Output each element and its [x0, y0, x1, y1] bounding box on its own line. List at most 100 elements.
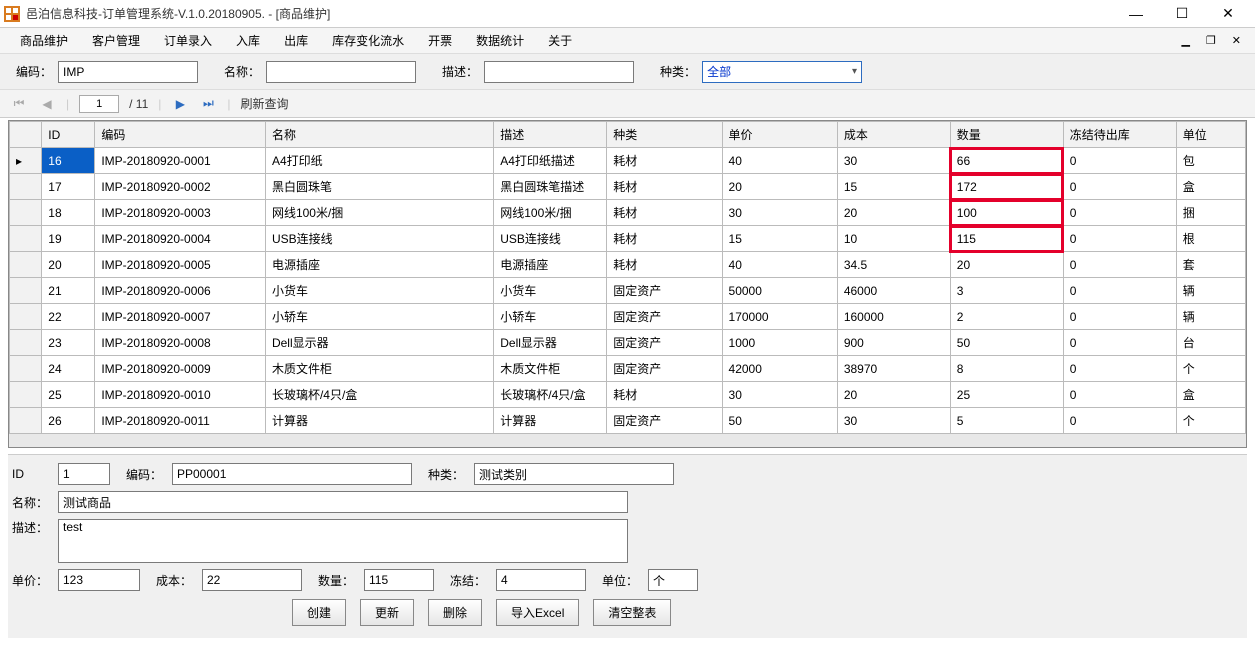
- cell-id[interactable]: 23: [42, 330, 95, 356]
- cell-id[interactable]: 17: [42, 174, 95, 200]
- filter-code-input[interactable]: [58, 61, 198, 83]
- cell-freeze[interactable]: 0: [1063, 330, 1176, 356]
- cell-cost[interactable]: 15: [837, 174, 950, 200]
- cell-qty[interactable]: 115: [950, 226, 1063, 252]
- detail-cat-input[interactable]: [474, 463, 674, 485]
- menu-order[interactable]: 订单录入: [152, 28, 224, 53]
- cell-name[interactable]: 计算器: [265, 408, 493, 434]
- cell-desc[interactable]: 长玻璃杯/4只/盒: [494, 382, 607, 408]
- cell-cat[interactable]: 固定资产: [607, 304, 722, 330]
- menu-about[interactable]: 关于: [536, 28, 584, 53]
- cell-unit[interactable]: 辆: [1176, 278, 1245, 304]
- cell-cost[interactable]: 38970: [837, 356, 950, 382]
- column-header[interactable]: 种类: [607, 122, 722, 148]
- nav-next-icon[interactable]: ▶: [171, 97, 189, 111]
- cell-qty[interactable]: 50: [950, 330, 1063, 356]
- delete-button[interactable]: 删除: [428, 599, 482, 626]
- cell-id[interactable]: 21: [42, 278, 95, 304]
- menu-stockflow[interactable]: 库存变化流水: [320, 28, 416, 53]
- cell-desc[interactable]: A4打印纸描述: [494, 148, 607, 174]
- cell-id[interactable]: 24: [42, 356, 95, 382]
- cell-code[interactable]: IMP-20180920-0002: [95, 174, 266, 200]
- cell-price[interactable]: 1000: [722, 330, 837, 356]
- cell-freeze[interactable]: 0: [1063, 226, 1176, 252]
- cell-unit[interactable]: 个: [1176, 356, 1245, 382]
- column-header[interactable]: 成本: [837, 122, 950, 148]
- menu-in[interactable]: 入库: [224, 28, 272, 53]
- detail-unit-input[interactable]: [648, 569, 698, 591]
- cell-unit[interactable]: 套: [1176, 252, 1245, 278]
- cell-desc[interactable]: 电源插座: [494, 252, 607, 278]
- table-row[interactable]: 22IMP-20180920-0007小轿车小轿车固定资产17000016000…: [10, 304, 1246, 330]
- cell-unit[interactable]: 捆: [1176, 200, 1245, 226]
- cell-freeze[interactable]: 0: [1063, 278, 1176, 304]
- table-row[interactable]: 17IMP-20180920-0002黑白圆珠笔黑白圆珠笔描述耗材2015172…: [10, 174, 1246, 200]
- cell-price[interactable]: 30: [722, 382, 837, 408]
- cell-name[interactable]: USB连接线: [265, 226, 493, 252]
- cell-price[interactable]: 40: [722, 252, 837, 278]
- cell-code[interactable]: IMP-20180920-0010: [95, 382, 266, 408]
- cell-price[interactable]: 30: [722, 200, 837, 226]
- cell-cat[interactable]: 耗材: [607, 382, 722, 408]
- import-excel-button[interactable]: 导入Excel: [496, 599, 579, 626]
- nav-refresh-button[interactable]: 刷新查询: [241, 95, 289, 112]
- table-row[interactable]: 21IMP-20180920-0006小货车小货车固定资产50000460003…: [10, 278, 1246, 304]
- cell-unit[interactable]: 根: [1176, 226, 1245, 252]
- nav-last-icon[interactable]: ⏭: [199, 96, 217, 111]
- cell-desc[interactable]: 木质文件柜: [494, 356, 607, 382]
- cell-name[interactable]: 小货车: [265, 278, 493, 304]
- cell-id[interactable]: 25: [42, 382, 95, 408]
- cell-name[interactable]: A4打印纸: [265, 148, 493, 174]
- cell-cat[interactable]: 固定资产: [607, 356, 722, 382]
- column-header[interactable]: 单位: [1176, 122, 1245, 148]
- cell-cat[interactable]: 固定资产: [607, 408, 722, 434]
- cell-id[interactable]: 26: [42, 408, 95, 434]
- cell-name[interactable]: 长玻璃杯/4只/盒: [265, 382, 493, 408]
- column-header[interactable]: 冻结待出库: [1063, 122, 1176, 148]
- detail-qty-input[interactable]: [364, 569, 434, 591]
- detail-price-input[interactable]: [58, 569, 140, 591]
- cell-code[interactable]: IMP-20180920-0008: [95, 330, 266, 356]
- cell-name[interactable]: 黑白圆珠笔: [265, 174, 493, 200]
- cell-freeze[interactable]: 0: [1063, 200, 1176, 226]
- column-header[interactable]: ID: [42, 122, 95, 148]
- detail-cost-input[interactable]: [202, 569, 302, 591]
- column-header[interactable]: 名称: [265, 122, 493, 148]
- cell-desc[interactable]: Dell显示器: [494, 330, 607, 356]
- close-button[interactable]: ✕: [1205, 0, 1251, 28]
- cell-price[interactable]: 170000: [722, 304, 837, 330]
- cell-code[interactable]: IMP-20180920-0011: [95, 408, 266, 434]
- table-row[interactable]: 19IMP-20180920-0004USB连接线USB连接线耗材1510115…: [10, 226, 1246, 252]
- cell-qty[interactable]: 5: [950, 408, 1063, 434]
- cell-cost[interactable]: 160000: [837, 304, 950, 330]
- cell-freeze[interactable]: 0: [1063, 382, 1176, 408]
- cell-name[interactable]: 网线100米/捆: [265, 200, 493, 226]
- cell-cost[interactable]: 20: [837, 200, 950, 226]
- cell-cat[interactable]: 耗材: [607, 200, 722, 226]
- cell-id[interactable]: 16: [42, 148, 95, 174]
- cell-qty[interactable]: 20: [950, 252, 1063, 278]
- cell-id[interactable]: 19: [42, 226, 95, 252]
- update-button[interactable]: 更新: [360, 599, 414, 626]
- cell-price[interactable]: 50000: [722, 278, 837, 304]
- table-row[interactable]: 24IMP-20180920-0009木质文件柜木质文件柜固定资产4200038…: [10, 356, 1246, 382]
- cell-desc[interactable]: 小货车: [494, 278, 607, 304]
- cell-qty[interactable]: 100: [950, 200, 1063, 226]
- filter-name-input[interactable]: [266, 61, 416, 83]
- clear-table-button[interactable]: 清空整表: [593, 599, 671, 626]
- cell-freeze[interactable]: 0: [1063, 174, 1176, 200]
- cell-price[interactable]: 50: [722, 408, 837, 434]
- cell-code[interactable]: IMP-20180920-0007: [95, 304, 266, 330]
- cell-price[interactable]: 15: [722, 226, 837, 252]
- cell-code[interactable]: IMP-20180920-0003: [95, 200, 266, 226]
- cell-price[interactable]: 42000: [722, 356, 837, 382]
- cell-cat[interactable]: 耗材: [607, 148, 722, 174]
- cell-id[interactable]: 18: [42, 200, 95, 226]
- cell-cat[interactable]: 耗材: [607, 174, 722, 200]
- table-row[interactable]: 23IMP-20180920-0008Dell显示器Dell显示器固定资产100…: [10, 330, 1246, 356]
- filter-desc-input[interactable]: [484, 61, 634, 83]
- table-row[interactable]: ▸16IMP-20180920-0001A4打印纸A4打印纸描述耗材403066…: [10, 148, 1246, 174]
- cell-qty[interactable]: 8: [950, 356, 1063, 382]
- cell-unit[interactable]: 个: [1176, 408, 1245, 434]
- detail-freeze-input[interactable]: [496, 569, 586, 591]
